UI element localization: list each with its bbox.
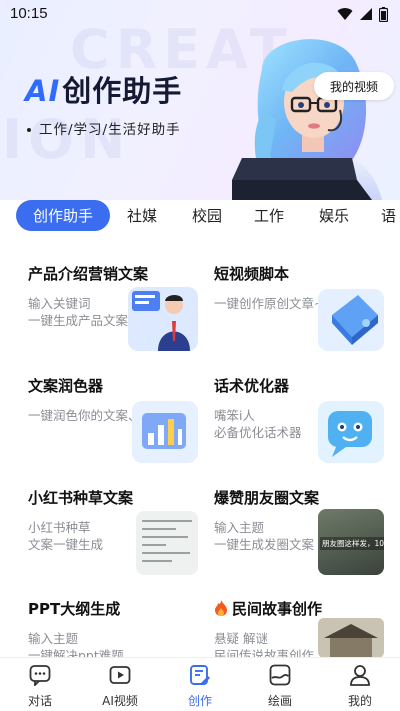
tab-campus[interactable]: 校园	[189, 200, 225, 231]
nav-profile[interactable]: 我的	[320, 658, 400, 711]
bullet-dot	[27, 128, 31, 132]
chart-board-thumbnail	[132, 401, 198, 463]
nav-label: 我的	[347, 694, 372, 708]
title-text: 创作助手	[62, 74, 183, 108]
tab-language[interactable]: 语	[381, 200, 400, 231]
nav-label: AI视频	[102, 694, 138, 708]
nav-chat[interactable]: 对话	[0, 658, 80, 711]
nav-label: 对话	[27, 694, 52, 708]
page-title: AI创作助手	[25, 68, 182, 110]
fire-icon	[214, 600, 228, 616]
card-description: 输入主题 一键解决ppt难题	[28, 631, 124, 658]
card-title: 短视频脚本	[214, 265, 290, 283]
ancient-house-thumbnail	[318, 618, 384, 658]
card-title: 文案润色器	[28, 377, 104, 395]
nav-label: 绘画	[267, 694, 292, 708]
note-document-thumbnail	[136, 511, 198, 575]
edit-icon	[190, 665, 210, 685]
nav-ai-video[interactable]: AI视频	[80, 658, 160, 711]
card-title: PPT大纲生成	[28, 600, 121, 618]
card-moments-copy[interactable]: 爆赞朋友圈文案 输入主题 一键生成发圈文案 朋友圈这样发，100	[214, 487, 394, 587]
status-bar: 10:15	[0, 0, 400, 28]
card-xiaohongshu-copy[interactable]: 小红书种草文案 小红书种草 文案一键生成	[28, 487, 208, 587]
card-folk-story[interactable]: 民间故事创作 悬疑 解谜 民间传说故事创作	[214, 598, 394, 658]
title-ai: AI	[25, 74, 61, 108]
ai-avatar-illustration	[232, 39, 382, 200]
tab-social-media[interactable]: 社媒	[124, 200, 160, 231]
video-icon	[109, 666, 131, 684]
bottom-navigation: 对话 AI视频 创作 绘画 我的	[0, 657, 400, 711]
card-title: 民间故事创作	[214, 598, 322, 619]
thumbnail-caption: 朋友圈这样发，100	[320, 537, 384, 550]
card-short-video-script[interactable]: 短视频脚本 一键创作原创文章~	[214, 263, 394, 363]
card-description: 输入主题 一键生成发圈文案	[214, 520, 315, 552]
paint-icon	[269, 664, 291, 686]
person-icon	[350, 665, 370, 686]
card-description: 输入关键词 一键生成产品文案	[28, 296, 129, 328]
subtitle-text: 工作/学习/生活好助手	[39, 122, 181, 138]
moments-thumbnail: 朋友圈这样发，100	[318, 509, 384, 575]
card-description: 悬疑 解谜 民间传说故事创作	[214, 631, 315, 658]
card-title: 小红书种草文案	[28, 489, 134, 507]
nav-paint[interactable]: 绘画	[240, 658, 320, 711]
hero-banner: CREAT ION 10:15 AI创作助手 工作/学习/生活好助手 我的视频	[0, 0, 400, 200]
tab-creation-assistant[interactable]: 创作助手	[16, 200, 110, 231]
businessman-thumbnail	[128, 287, 198, 351]
nav-create[interactable]: 创作	[160, 658, 240, 711]
card-title: 产品介绍营销文案	[28, 265, 149, 283]
status-time: 10:15	[10, 5, 48, 22]
signal-icon	[360, 8, 372, 20]
card-ppt-outline[interactable]: PPT大纲生成 输入主题 一键解决ppt难题	[28, 598, 208, 658]
card-title: 爆赞朋友圈文案	[214, 489, 320, 507]
wifi-icon	[337, 8, 353, 20]
chat-icon	[29, 665, 51, 686]
card-description: 嘴笨i人 必备优化话术器	[214, 408, 302, 440]
card-product-copywriting[interactable]: 产品介绍营销文案 输入关键词 一键生成产品文案	[28, 263, 208, 363]
tab-entertainment[interactable]: 娱乐	[316, 200, 352, 231]
page-subtitle: 工作/学习/生活好助手	[27, 118, 181, 138]
chat-bot-thumbnail	[318, 401, 384, 463]
blue-shape-thumbnail	[318, 289, 384, 351]
card-description: 小红书种草 文案一键生成	[28, 520, 104, 552]
nav-label: 创作	[187, 694, 212, 708]
my-videos-button[interactable]: 我的视频	[314, 72, 394, 100]
tab-work[interactable]: 工作	[251, 200, 287, 231]
battery-icon	[379, 6, 388, 22]
card-speech-optimizer[interactable]: 话术优化器 嘴笨i人 必备优化话术器	[214, 375, 394, 475]
card-title: 话术优化器	[214, 377, 290, 395]
card-description: 一键创作原创文章~	[214, 296, 325, 311]
category-tabs: 创作助手 社媒 校园 工作 娱乐 语	[0, 198, 400, 234]
card-copy-polisher[interactable]: 文案润色器 一键润色你的文案、文章	[28, 375, 208, 475]
